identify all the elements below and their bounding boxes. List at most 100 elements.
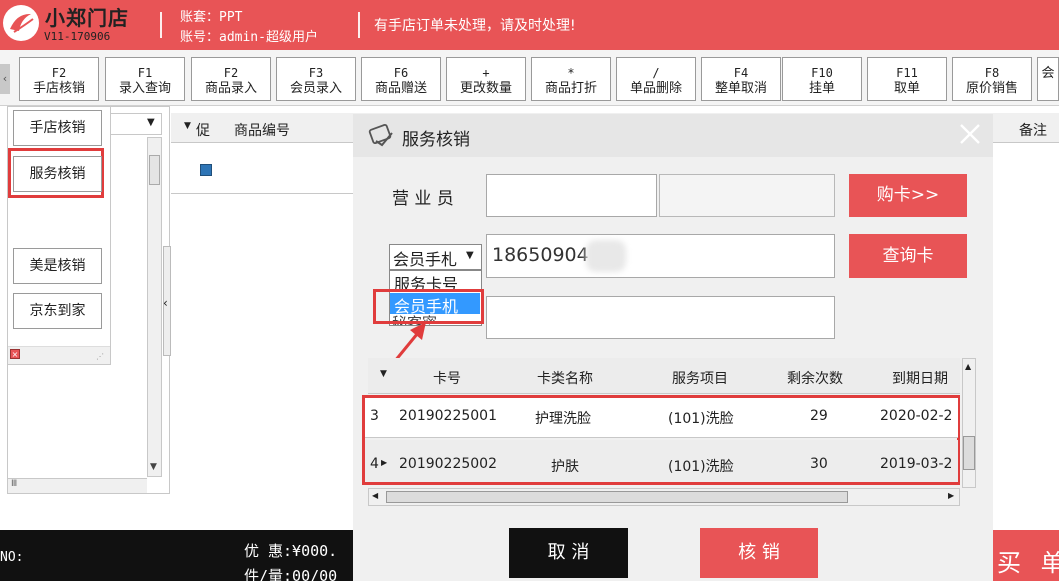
toolbar-button-label: 会 <box>1041 66 1055 81</box>
toolbar-button-label: 更改数量 <box>459 81 512 96</box>
shortcut-key: / <box>652 66 660 80</box>
col-card-no[interactable]: 卡号 <box>433 368 461 388</box>
toolbar-button[interactable]: + 更改数量 <box>446 57 526 101</box>
scroll-up-icon[interactable]: ▲ <box>965 362 971 371</box>
query-card-button[interactable]: 查询卡 <box>849 234 967 278</box>
toolbar-button[interactable]: F2 手店核销 <box>19 57 99 101</box>
toolbar-button[interactable]: F6 商品赠送 <box>361 57 441 101</box>
toolbar-button-label: 录入查询 <box>118 81 171 96</box>
toolbar-button-label: 手店核销 <box>32 81 85 96</box>
service-verify-button[interactable]: 服务核销 <box>13 156 102 192</box>
col-card-type[interactable]: 卡类名称 <box>537 368 593 388</box>
app-name: 小郑门店 <box>45 6 129 30</box>
meishi-verify-button[interactable]: 美是核销 <box>13 248 102 284</box>
toolbar-button-label: 原价销售 <box>965 81 1018 96</box>
salesperson-label: 营 业 员 <box>392 189 454 209</box>
account-set-label: 账套：PPT <box>180 10 243 25</box>
toolbar-button[interactable]: / 单品删除 <box>616 57 696 101</box>
scroll-left-icon[interactable]: ◀ <box>372 491 378 500</box>
col-remaining[interactable]: 剩余次数 <box>787 368 843 388</box>
shortcut-key: F2 <box>223 66 239 80</box>
card-no: 20190225001 <box>399 408 497 424</box>
sort-indicator-icon: ▼ <box>380 369 387 379</box>
toolbar-button-label: 商品赠送 <box>374 81 427 96</box>
scrollbar-thumb[interactable] <box>963 436 975 470</box>
app-version: V11-170906 <box>44 30 111 43</box>
discount-amount: 优 惠:¥000. <box>244 542 338 560</box>
row-indicator-icon[interactable] <box>200 164 212 176</box>
redacted-blur <box>586 240 626 272</box>
scrollbar-thumb[interactable] <box>386 491 848 503</box>
close-icon[interactable]: × <box>10 349 20 359</box>
scroll-down-icon[interactable]: ▼ <box>150 462 157 472</box>
order-notice[interactable]: 有手店订单未处理，请及时处理! <box>374 15 576 35</box>
left-grid-hscroll[interactable]: Ⅲ <box>8 478 147 493</box>
shortcut-key: F11 <box>896 66 918 80</box>
buy-card-button[interactable]: 购卡>> <box>849 174 967 217</box>
jd-daojia-button[interactable]: 京东到家 <box>13 293 102 329</box>
search-value-text: 18650904 <box>492 244 589 266</box>
chevron-down-icon[interactable]: ▼ <box>147 117 155 128</box>
toolbar-button-label: 会员录入 <box>289 81 342 96</box>
shortcut-key: F1 <box>137 66 153 80</box>
remaining-count: 29 <box>810 408 828 424</box>
chevron-down-icon[interactable]: ▼ <box>466 250 474 261</box>
service-item: (101)洗脸 <box>668 411 734 427</box>
scrollbar-thumb[interactable] <box>149 155 160 185</box>
current-row-icon: ▶ <box>381 458 388 467</box>
row-index: 3 <box>370 408 379 424</box>
shortcut-key: F4 <box>733 66 749 80</box>
col-expiry[interactable]: 到期日期 <box>892 368 948 388</box>
scroll-right-icon[interactable]: ▶ <box>948 491 954 500</box>
col-service-item[interactable]: 服务项目 <box>672 368 728 388</box>
toolbar-button-label: 整单取消 <box>714 81 767 96</box>
toolbar-button[interactable]: F11 取单 <box>867 57 947 101</box>
header-divider <box>358 12 360 38</box>
shortcut-key: F2 <box>51 66 67 80</box>
toolbar-button-label: 商品录入 <box>204 81 257 96</box>
toolbar-button[interactable]: F10 挂单 <box>782 57 862 101</box>
shortcut-key: F8 <box>984 66 1000 80</box>
expiry-date: 2019-03-2 <box>880 456 953 472</box>
collapse-left-icon[interactable]: ‹ <box>163 296 168 310</box>
store-verify-button[interactable]: 手店核销 <box>13 110 102 146</box>
col-note[interactable]: 备注 <box>1019 120 1047 140</box>
expiry-date: 2020-02-2 <box>880 408 953 424</box>
col-product-code[interactable]: 商品编号 <box>234 120 290 140</box>
brand-logo-icon <box>3 5 39 41</box>
order-no-label: NO: <box>0 550 24 565</box>
search-type-value: 会员手札 <box>393 250 458 269</box>
remaining-count: 30 <box>810 456 828 472</box>
toolbar-button[interactable]: 会 <box>1037 57 1059 101</box>
row-index: 4 <box>370 456 379 472</box>
toolbar-button[interactable]: F3 会员录入 <box>276 57 356 101</box>
checkout-label[interactable]: 买 单 <box>997 543 1059 578</box>
toolbar-scroll-left-icon[interactable]: ‹ <box>0 64 10 94</box>
card-type: 护理洗脸 <box>535 411 591 427</box>
password-input[interactable] <box>486 296 835 339</box>
shortcut-key: F10 <box>811 66 833 80</box>
dialog-title: 服务核销 <box>402 130 470 150</box>
service-verify-icon <box>368 123 396 151</box>
toolbar-button-label: 取单 <box>893 81 920 96</box>
toolbar-button[interactable]: * 商品打折 <box>531 57 611 101</box>
panel-footer <box>8 346 110 364</box>
verify-button[interactable]: 核 销 <box>700 528 818 578</box>
resize-grip-icon[interactable]: ⋰ <box>96 352 104 361</box>
toolbar-button-label: 挂单 <box>808 81 835 96</box>
left-grid-scrollbar[interactable] <box>147 137 162 477</box>
salesperson-name-field <box>659 174 835 217</box>
card-type: 护肤 <box>551 459 579 475</box>
toolbar-button[interactable]: F1 录入查询 <box>105 57 185 101</box>
shortcut-key: F6 <box>393 66 409 80</box>
toolbar-button[interactable]: F2 商品录入 <box>191 57 271 101</box>
salesperson-code-input[interactable] <box>486 174 657 217</box>
cancel-button[interactable]: 取 消 <box>509 528 628 578</box>
col-promo[interactable]: 促 <box>196 120 210 140</box>
toolbar-button[interactable]: F4 整单取消 <box>701 57 781 101</box>
grid-row-divider <box>171 193 353 194</box>
toolbar-button[interactable]: F8 原价销售 <box>952 57 1032 101</box>
close-icon[interactable] <box>956 120 984 148</box>
toolbar-button-label: 单品删除 <box>629 81 682 96</box>
shortcut-key: + <box>482 66 490 80</box>
